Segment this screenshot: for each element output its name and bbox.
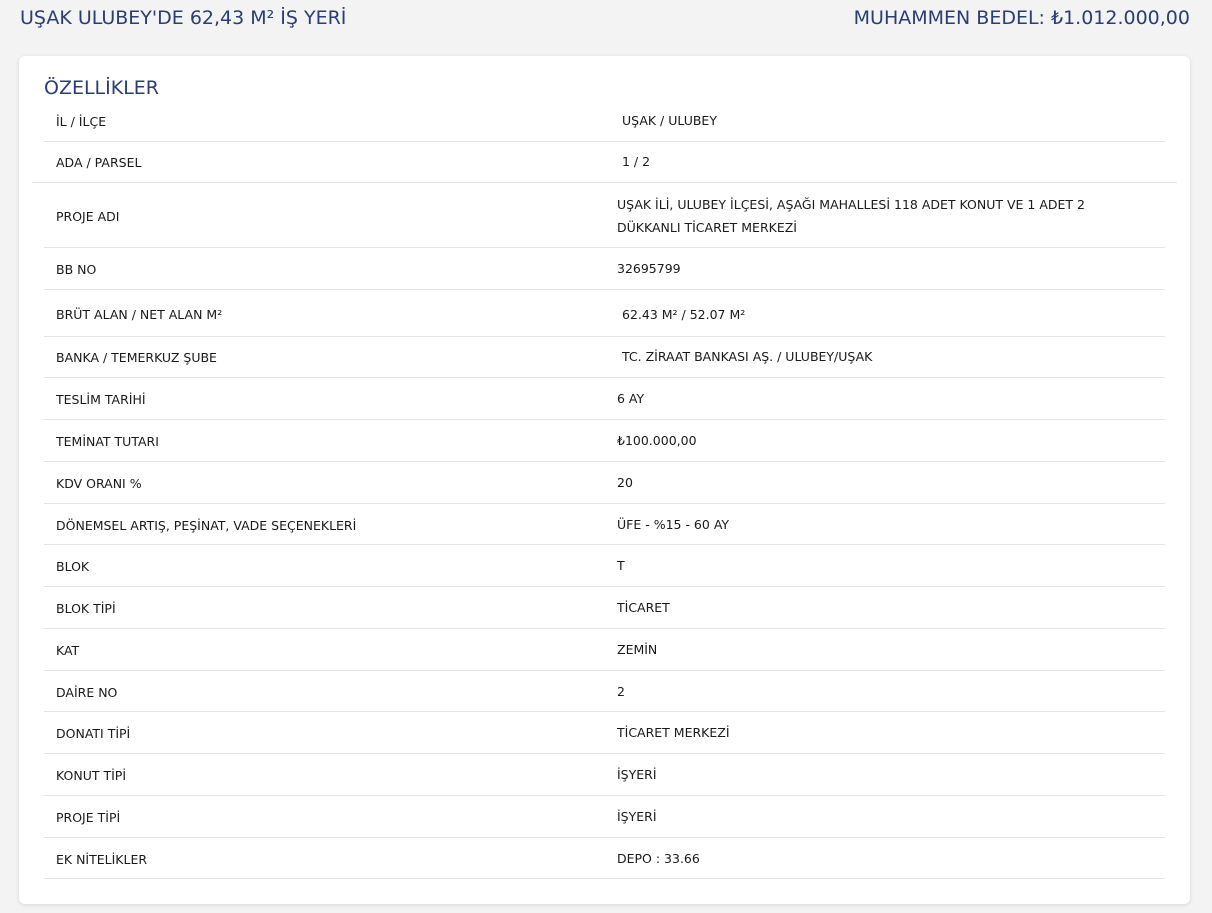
row-label: BB NO — [56, 262, 97, 277]
row-label: TESLİM TARİHİ — [56, 392, 146, 407]
row-value: 1 / 2 — [622, 154, 651, 169]
table-row: TESLİM TARİHİ 6 AY — [44, 378, 1165, 420]
row-value: ₺100.000,00 — [617, 433, 697, 448]
row-label: BLOK — [56, 559, 90, 574]
row-value: 20 — [617, 475, 633, 490]
row-label: İL / İLÇE — [56, 114, 107, 129]
row-label: BLOK TİPİ — [56, 601, 116, 616]
table-row: KONUT TİPİ İŞYERİ — [44, 754, 1165, 796]
row-label: PROJE ADI — [56, 209, 120, 224]
row-value: ZEMİN — [617, 642, 658, 657]
table-row: İL / İLÇE UŞAK / ULUBEY — [44, 100, 1165, 142]
row-label: DAİRE NO — [56, 685, 118, 700]
row-value: TİCARET MERKEZİ — [617, 725, 730, 740]
row-value: T — [617, 558, 625, 573]
row-label: BRÜT ALAN / NET ALAN M² — [56, 307, 223, 322]
page-header: UŞAK ULUBEY'DE 62,43 M² İŞ YERİ MUHAMMEN… — [0, 0, 1212, 40]
table-row: KAT ZEMİN — [44, 629, 1165, 671]
table-row: BRÜT ALAN / NET ALAN M² 62.43 M² / 52.07… — [44, 290, 1165, 337]
table-row: DAİRE NO 2 — [44, 671, 1165, 712]
row-value: UŞAK İLİ, ULUBEY İLÇESİ, AŞAĞI MAHALLESİ… — [617, 197, 1085, 235]
row-value: 62.43 M² / 52.07 M² — [622, 307, 746, 322]
row-label: KAT — [56, 643, 80, 658]
table-row: TEMİNAT TUTARI ₺100.000,00 — [44, 420, 1165, 462]
table-row: BANKA / TEMERKUZ ŞUBE TC. ZİRAAT BANKASI… — [44, 337, 1165, 378]
section-title: ÖZELLİKLER — [44, 77, 160, 99]
table-row: BB NO 32695799 — [44, 248, 1165, 290]
row-value: DEPO : 33.66 — [617, 851, 700, 866]
row-value: TC. ZİRAAT BANKASI AŞ. / ULUBEY/UŞAK — [622, 349, 873, 364]
row-value: 32695799 — [617, 261, 681, 276]
table-row: DONATI TİPİ TİCARET MERKEZİ — [44, 712, 1165, 754]
listing-title: UŞAK ULUBEY'DE 62,43 M² İŞ YERİ — [20, 7, 347, 29]
table-row: KDV ORANI % 20 — [44, 462, 1165, 504]
table-row: EK NİTELİKLER DEPO : 33.66 — [44, 838, 1165, 879]
row-label: KONUT TİPİ — [56, 768, 127, 783]
table-row: BLOK TİPİ TİCARET — [44, 587, 1165, 629]
table-row: BLOK T — [44, 545, 1165, 587]
row-value: ÜFE - %15 - 60 AY — [617, 517, 730, 532]
row-value: İŞYERİ — [617, 809, 657, 824]
row-label: ADA / PARSEL — [56, 155, 142, 170]
row-value: 2 — [617, 684, 625, 699]
row-label: EK NİTELİKLER — [56, 852, 148, 867]
row-label: BANKA / TEMERKUZ ŞUBE — [56, 350, 217, 365]
row-value: İŞYERİ — [617, 767, 657, 782]
row-label: PROJE TİPİ — [56, 810, 121, 825]
row-label: TEMİNAT TUTARI — [56, 434, 159, 449]
row-label: DONATI TİPİ — [56, 726, 131, 741]
row-label: DÖNEMSEL ARTIŞ, PEŞİNAT, VADE SEÇENEKLER… — [56, 518, 357, 533]
table-row: PROJE ADI UŞAK İLİ, ULUBEY İLÇESİ, AŞAĞI… — [44, 183, 1165, 248]
table-row: ADA / PARSEL 1 / 2 — [32, 142, 1177, 183]
row-label: KDV ORANI % — [56, 476, 142, 491]
reserve-price: MUHAMMEN BEDEL: ₺1.012.000,00 — [853, 7, 1190, 29]
features-card: ÖZELLİKLER İL / İLÇE UŞAK / ULUBEY ADA /… — [19, 56, 1190, 904]
table-row: DÖNEMSEL ARTIŞ, PEŞİNAT, VADE SEÇENEKLER… — [44, 504, 1165, 545]
row-value: 6 AY — [617, 391, 645, 406]
row-value: TİCARET — [617, 600, 670, 615]
table-row: PROJE TİPİ İŞYERİ — [44, 796, 1165, 838]
row-value: UŞAK / ULUBEY — [622, 113, 717, 128]
